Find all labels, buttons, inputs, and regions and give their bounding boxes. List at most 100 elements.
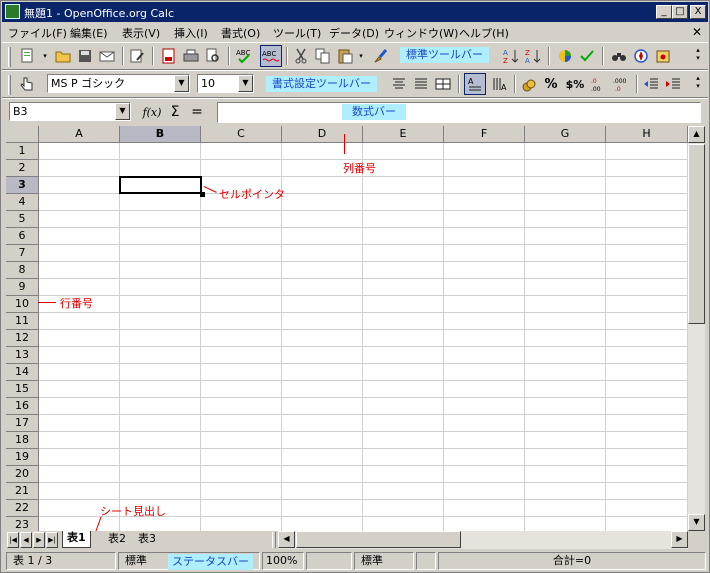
name-box[interactable]: B3 ▼ [9,102,131,121]
row-header-16[interactable]: 16 [6,398,39,415]
email-icon[interactable] [98,47,116,65]
standard-number-format-icon[interactable]: $% [564,75,586,93]
maximize-button[interactable]: □ [672,5,688,19]
column-header-e[interactable]: E [363,126,444,143]
status-selection-mode[interactable]: 標準 [354,552,414,570]
chart-icon[interactable] [556,47,574,65]
column-header-d[interactable]: D [282,126,363,143]
row-header-10[interactable]: 10 [6,296,39,313]
sheet-tab-1[interactable]: 表1 [62,531,91,548]
column-header-c[interactable]: C [201,126,282,143]
formula-input[interactable] [217,102,701,123]
column-header-a[interactable]: A [39,126,120,143]
column-header-h[interactable]: H [606,126,688,143]
column-header-b[interactable]: B [120,126,201,143]
calc-app-icon[interactable] [5,4,20,19]
new-document-icon[interactable] [18,47,36,65]
auto-spellcheck-icon[interactable]: ABC [260,45,282,67]
font-size-combobox[interactable]: 10 ▼ [197,74,254,93]
row-header-7[interactable]: 7 [6,245,39,262]
scroll-down-icon[interactable]: ▼ [688,514,705,531]
row-header-2[interactable]: 2 [6,160,39,177]
row-header-19[interactable]: 19 [6,449,39,466]
row-header-15[interactable]: 15 [6,381,39,398]
horizontal-scroll-thumb[interactable] [296,531,461,548]
row-header-1[interactable]: 1 [6,143,39,160]
row-header-6[interactable]: 6 [6,228,39,245]
sum-button[interactable]: Σ [166,103,184,121]
row-header-11[interactable]: 11 [6,313,39,330]
sort-ascending-icon[interactable]: AZ [502,47,520,65]
row-header-4[interactable]: 4 [6,194,39,211]
menu-help[interactable]: ヘルプ(H) [459,25,509,41]
save-icon[interactable] [76,47,94,65]
align-center-icon[interactable] [390,75,408,93]
delete-decimal-icon[interactable]: .000.0 [612,75,630,93]
last-sheet-icon[interactable]: ▶| [46,532,58,548]
sort-descending-icon[interactable]: ZA [524,47,542,65]
status-insert-mode[interactable] [306,552,352,570]
column-header-f[interactable]: F [444,126,525,143]
row-header-8[interactable]: 8 [6,262,39,279]
menu-edit[interactable]: 編集(E) [70,25,108,41]
toolbar-overflow-icon[interactable]: ▴ ▾ [692,45,704,63]
font-size-dropdown-icon[interactable]: ▼ [238,75,253,92]
next-sheet-icon[interactable]: ▶ [33,532,45,548]
merge-cells-icon[interactable] [434,75,452,93]
navigator-icon[interactable] [632,47,650,65]
paste-dropdown-icon[interactable]: ▾ [356,47,366,65]
fill-handle[interactable] [200,192,205,197]
menu-file[interactable]: ファイル(F) [8,25,67,41]
justify-icon[interactable] [412,75,430,93]
prev-sheet-icon[interactable]: ◀ [20,532,32,548]
row-header-12[interactable]: 12 [6,330,39,347]
name-box-dropdown-icon[interactable]: ▼ [115,103,130,120]
row-header-23[interactable]: 23 [6,517,39,531]
row-header-20[interactable]: 20 [6,466,39,483]
menu-view[interactable]: 表示(V) [122,25,160,41]
column-header-g[interactable]: G [525,126,606,143]
cut-icon[interactable] [292,47,310,65]
function-button[interactable]: = [188,103,206,121]
row-header-21[interactable]: 21 [6,483,39,500]
horizontal-scrollbar[interactable]: ◀ ▶ [278,531,688,549]
row-header-17[interactable]: 17 [6,415,39,432]
row-header-5[interactable]: 5 [6,211,39,228]
new-dropdown-icon[interactable]: ▾ [36,47,54,65]
export-pdf-icon[interactable] [160,47,178,65]
find-binoculars-icon[interactable] [610,47,628,65]
menu-window[interactable]: ウィンドウ(W) [384,25,458,41]
increase-indent-icon[interactable] [664,75,682,93]
row-header-22[interactable]: 22 [6,500,39,517]
menu-tools[interactable]: ツール(T) [273,25,321,41]
cell-pointer[interactable] [119,176,202,194]
menu-format[interactable]: 書式(O) [221,25,260,41]
text-direction-horizontal-icon[interactable]: A [464,73,486,95]
add-decimal-icon[interactable]: .0.00 [590,75,608,93]
toolbar-grip[interactable] [8,75,11,95]
menu-data[interactable]: データ(D) [329,25,379,41]
edit-file-icon[interactable] [128,47,146,65]
document-close-icon[interactable]: ✕ [692,25,702,39]
toolbar-grip[interactable] [8,47,11,67]
sheet-tab-3[interactable]: 表3 [134,532,160,547]
stylist-hand-icon[interactable] [18,75,36,93]
percent-format-icon[interactable]: % [542,75,560,93]
spellcheck-icon[interactable]: ABC [236,47,254,65]
status-zoom[interactable]: 100% [262,552,304,570]
copy-icon[interactable] [314,47,332,65]
currency-format-icon[interactable] [520,75,538,93]
scroll-up-icon[interactable]: ▲ [688,126,705,143]
sheet-tab-2[interactable]: 表2 [104,532,130,547]
font-name-combobox[interactable]: MS P ゴシック ▼ [47,74,190,93]
close-button[interactable]: X [690,5,706,19]
gallery-icon[interactable] [654,47,672,65]
scroll-right-icon[interactable]: ▶ [671,531,688,548]
page-preview-icon[interactable] [204,47,222,65]
navigator-check-icon[interactable] [578,47,596,65]
spreadsheet-grid[interactable]: A B C D E F G H 1 2 3 4 5 6 7 8 9 10 11 … [6,126,688,531]
open-folder-icon[interactable] [54,47,72,65]
select-all-corner[interactable] [6,126,39,143]
first-sheet-icon[interactable]: |◀ [7,532,19,548]
vertical-scrollbar[interactable]: ▲ ▼ [688,126,705,531]
